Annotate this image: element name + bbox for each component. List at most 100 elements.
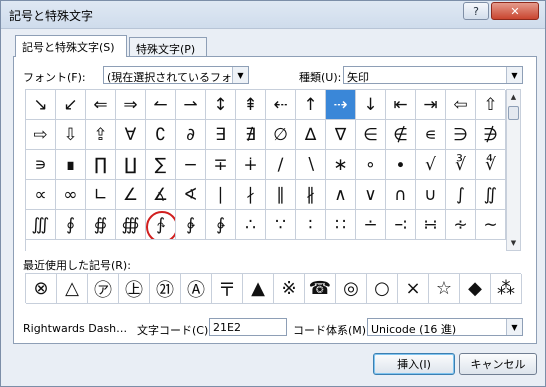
tab-special-characters[interactable]: 特殊文字(P) <box>129 37 207 57</box>
symbol-cell[interactable]: ∨ <box>356 180 386 210</box>
symbol-cell[interactable]: ⇨ <box>26 120 56 150</box>
symbol-cell[interactable]: ⇤ <box>386 90 416 120</box>
symbol-cell[interactable]: ∛ <box>446 150 476 180</box>
symbol-cell[interactable]: ∔ <box>236 150 266 180</box>
recent-symbol-cell[interactable]: ㋐ <box>88 274 119 304</box>
subset-select[interactable]: 矢印 ▼ <box>343 66 523 84</box>
symbol-cell[interactable]: ∴ <box>236 210 266 240</box>
char-code-input[interactable]: 21E2 <box>209 318 287 336</box>
symbol-cell[interactable]: ∀ <box>116 120 146 150</box>
recent-symbol-cell[interactable]: ▲ <box>243 274 274 304</box>
symbol-cell[interactable]: ∐ <box>116 150 146 180</box>
symbol-cell[interactable]: ∋ <box>446 120 476 150</box>
symbol-cell[interactable]: ∞ <box>56 180 86 210</box>
symbol-cell[interactable]: ∤ <box>236 180 266 210</box>
symbol-cell[interactable]: ∠ <box>116 180 146 210</box>
symbol-cell[interactable]: ∺ <box>416 210 446 240</box>
symbol-cell[interactable]: ∩ <box>386 180 416 210</box>
symbol-cell[interactable]: ∹ <box>386 210 416 240</box>
symbol-cell[interactable]: ∝ <box>26 180 56 210</box>
symbol-cell[interactable]: ∍ <box>26 150 56 180</box>
symbol-cell[interactable]: ↑ <box>296 90 326 120</box>
symbol-cell[interactable]: ⇠ <box>266 90 296 120</box>
symbol-cell[interactable]: ∉ <box>386 120 416 150</box>
symbol-cell[interactable]: ∷ <box>326 210 356 240</box>
symbol-cell[interactable]: ∲ <box>176 210 206 240</box>
symbol-cell[interactable]: ∳ <box>206 210 236 240</box>
symbol-cell[interactable]: ∎ <box>56 150 86 180</box>
symbol-cell[interactable]: ⇐ <box>86 90 116 120</box>
symbol-cell[interactable]: ↙ <box>56 90 86 120</box>
recent-symbol-cell[interactable]: ㊤ <box>119 274 150 304</box>
symbol-cell[interactable]: ∙ <box>386 150 416 180</box>
recent-symbol-cell[interactable]: ⁂ <box>491 274 522 304</box>
recent-symbol-cell[interactable]: ◎ <box>336 274 367 304</box>
symbol-cell[interactable]: ∂ <box>176 120 206 150</box>
symbol-cell[interactable]: ∦ <box>296 180 326 210</box>
symbol-cell[interactable]: ∭ <box>26 210 56 240</box>
symbol-cell[interactable]: ∓ <box>206 150 236 180</box>
symbol-cell[interactable]: ∡ <box>146 180 176 210</box>
symbol-cell[interactable]: ↼ <box>146 90 176 120</box>
symbol-cell[interactable]: ∗ <box>326 150 356 180</box>
symbol-cell[interactable]: ∯ <box>86 210 116 240</box>
symbol-cell[interactable]: ⇩ <box>56 120 86 150</box>
symbol-cell[interactable]: √ <box>416 150 446 180</box>
symbol-cell[interactable]: ⇥ <box>416 90 446 120</box>
symbol-cell[interactable]: ∱ <box>146 210 176 240</box>
symbol-cell[interactable]: ∟ <box>86 180 116 210</box>
symbol-cell[interactable]: − <box>176 150 206 180</box>
symbol-cell[interactable]: ∊ <box>416 120 446 150</box>
symbol-cell[interactable]: ⇢ <box>326 90 356 120</box>
symbol-cell[interactable]: ∆ <box>296 120 326 150</box>
recent-symbol-cell[interactable]: ㉑ <box>150 274 181 304</box>
symbol-cell[interactable]: ∑ <box>146 150 176 180</box>
help-button[interactable]: ? <box>463 2 489 20</box>
symbol-cell[interactable]: ↘ <box>26 90 56 120</box>
scroll-down-icon[interactable]: ▼ <box>507 236 520 250</box>
recent-symbol-cell[interactable]: × <box>398 274 429 304</box>
symbol-cell[interactable]: ∖ <box>296 150 326 180</box>
symbol-cell[interactable]: ∜ <box>476 150 506 180</box>
recent-symbol-cell[interactable]: ⊗ <box>26 274 57 304</box>
symbol-cell[interactable]: ∧ <box>326 180 356 210</box>
symbol-cell[interactable]: ∇ <box>326 120 356 150</box>
symbol-grid-scrollbar[interactable]: ▲ ▼ <box>506 89 521 251</box>
symbol-cell[interactable]: ⇧ <box>476 90 506 120</box>
symbol-cell[interactable]: ∃ <box>206 120 236 150</box>
symbol-cell[interactable]: ∕ <box>266 150 296 180</box>
symbol-cell[interactable]: ⇦ <box>446 90 476 120</box>
symbol-cell[interactable]: ∼ <box>476 210 506 240</box>
tab-symbols[interactable]: 記号と特殊文字(S) <box>15 35 127 57</box>
recent-symbol-cell[interactable]: ※ <box>274 274 305 304</box>
symbol-cell[interactable]: ⇀ <box>176 90 206 120</box>
close-button[interactable]: ✕ <box>491 2 539 20</box>
symbol-cell[interactable]: ∈ <box>356 120 386 150</box>
symbol-cell[interactable]: ∸ <box>356 210 386 240</box>
symbol-cell[interactable]: ↕ <box>206 90 236 120</box>
recent-symbol-cell[interactable]: ☆ <box>429 274 460 304</box>
symbol-cell[interactable]: ∥ <box>266 180 296 210</box>
encoding-select[interactable]: Unicode (16 進) ▼ <box>367 318 523 336</box>
font-select[interactable]: (現在選択されているフォント) ▼ <box>103 66 249 84</box>
symbol-cell[interactable]: ∌ <box>476 120 506 150</box>
symbol-cell[interactable]: ⇞ <box>236 90 266 120</box>
symbol-cell[interactable]: ↓ <box>356 90 386 120</box>
scroll-up-icon[interactable]: ▲ <box>507 90 520 104</box>
symbol-cell[interactable]: ∫ <box>446 180 476 210</box>
recent-symbol-cell[interactable]: 〒 <box>212 274 243 304</box>
recent-symbol-cell[interactable]: ◆ <box>460 274 491 304</box>
symbol-cell[interactable]: ∶ <box>296 210 326 240</box>
symbol-cell[interactable]: ∪ <box>416 180 446 210</box>
recent-symbol-cell[interactable]: ○ <box>367 274 398 304</box>
cancel-button[interactable]: キャンセル <box>459 353 537 375</box>
recent-symbol-cell[interactable]: △ <box>57 274 88 304</box>
symbol-cell[interactable]: ∰ <box>116 210 146 240</box>
recent-symbol-cell[interactable]: ☎ <box>305 274 336 304</box>
symbol-cell[interactable]: ⇪ <box>86 120 116 150</box>
symbol-cell[interactable]: ∢ <box>176 180 206 210</box>
symbol-cell[interactable]: ∘ <box>356 150 386 180</box>
symbol-cell[interactable]: ∅ <box>266 120 296 150</box>
scroll-thumb[interactable] <box>508 106 519 120</box>
symbol-cell[interactable]: ∵ <box>266 210 296 240</box>
